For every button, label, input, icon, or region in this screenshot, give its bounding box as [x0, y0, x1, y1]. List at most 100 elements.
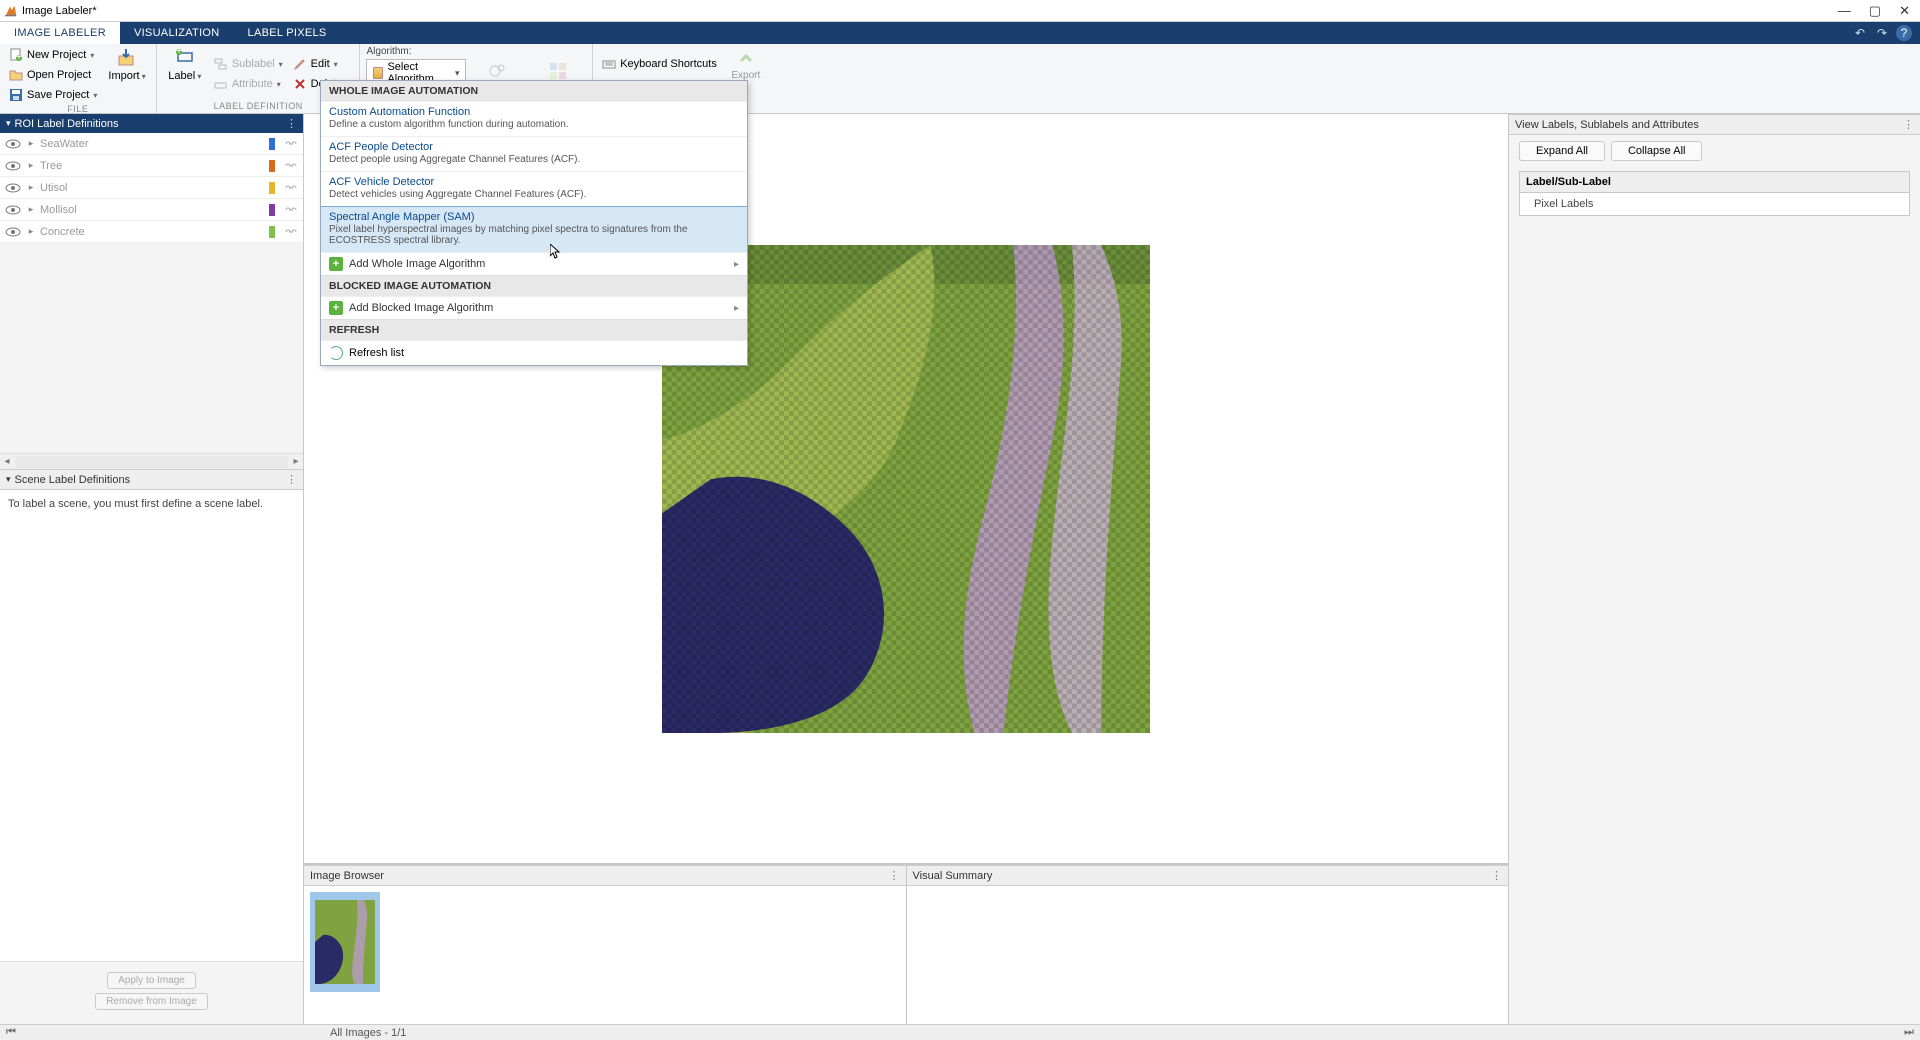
dropdown-group-refresh: REFRESH — [321, 319, 747, 340]
visual-summary-header[interactable]: Visual Summary ⋮ — [907, 865, 1509, 886]
plus-icon: + — [329, 257, 343, 271]
roi-hscroll[interactable]: ◂ ▸ — [0, 453, 303, 469]
maximize-button[interactable]: ▢ — [1869, 3, 1881, 19]
tabstrip: IMAGE LABELER VISUALIZATION LABEL PIXELS… — [0, 22, 1920, 44]
view-labels-header[interactable]: View Labels, Sublabels and Attributes ⋮ — [1509, 114, 1920, 135]
delete-icon — [293, 77, 307, 91]
dashboard-icon — [548, 61, 568, 81]
scene-help-text: To label a scene, you must first define … — [0, 490, 303, 518]
expand-icon[interactable]: ▸ — [25, 138, 37, 149]
remove-from-image-button[interactable]: Remove from Image — [95, 993, 208, 1010]
visibility-icon[interactable] — [4, 137, 22, 151]
export-icon — [736, 48, 756, 68]
roi-label-mollisol[interactable]: ▸ Mollisol — [0, 199, 303, 221]
attribute-button[interactable]: Attribute — [211, 75, 286, 93]
roi-panel-header[interactable]: ▾ ROI Label Definitions ⋮ — [0, 114, 303, 133]
statusbar: ⏮ All Images - 1/1 ⏭ — [0, 1024, 1920, 1040]
help-button[interactable]: ? — [1896, 25, 1912, 41]
link-icon[interactable] — [283, 203, 299, 217]
link-icon[interactable] — [283, 159, 299, 173]
roi-label-list: ▸ SeaWater ▸ Tree ▸ Utisol ▸ — [0, 133, 303, 453]
dropdown-add-whole[interactable]: + Add Whole Image Algorithm ▸ — [321, 252, 747, 275]
panel-menu-icon[interactable]: ⋮ — [1491, 869, 1502, 882]
label-icon: + — [175, 48, 195, 68]
scene-panel-header[interactable]: ▾ Scene Label Definitions ⋮ — [0, 469, 303, 490]
link-icon[interactable] — [283, 137, 299, 151]
sublabel-button[interactable]: Sublabel — [211, 55, 286, 73]
last-image-button[interactable]: ⏭ — [1902, 1026, 1916, 1039]
expand-icon[interactable]: ▸ — [25, 204, 37, 215]
collapse-all-button[interactable]: Collapse All — [1611, 141, 1702, 161]
first-image-button[interactable]: ⏮ — [4, 1026, 18, 1039]
link-icon[interactable] — [283, 181, 299, 195]
visibility-icon[interactable] — [4, 225, 22, 239]
panel-menu-icon[interactable]: ⋮ — [286, 473, 297, 486]
tab-label-pixels[interactable]: LABEL PIXELS — [234, 22, 341, 44]
folder-icon — [373, 67, 383, 79]
expand-all-button[interactable]: Expand All — [1519, 141, 1605, 161]
import-button[interactable]: Import — [104, 46, 149, 104]
keyboard-icon — [602, 57, 616, 71]
roi-label-utisol[interactable]: ▸ Utisol — [0, 177, 303, 199]
automate-icon — [488, 61, 508, 81]
new-project-button[interactable]: + New Project — [6, 46, 100, 64]
plus-icon: + — [329, 301, 343, 315]
dropdown-item-custom[interactable]: Custom Automation Function Define a cust… — [321, 101, 747, 136]
image-browser-panel: Image Browser ⋮ — [304, 865, 907, 1024]
color-swatch — [269, 226, 275, 238]
folder-open-icon — [9, 68, 23, 82]
algorithm-dropdown: WHOLE IMAGE AUTOMATION Custom Automation… — [320, 80, 748, 366]
save-project-button[interactable]: Save Project — [6, 86, 100, 104]
refresh-icon — [329, 346, 343, 360]
dropdown-refresh[interactable]: Refresh list — [321, 340, 747, 365]
dropdown-item-acf-vehicle[interactable]: ACF Vehicle Detector Detect vehicles usi… — [321, 171, 747, 206]
keyboard-shortcuts-button[interactable]: Keyboard Shortcuts — [599, 55, 720, 73]
label-table-row[interactable]: Pixel Labels — [1520, 193, 1909, 215]
chevron-down-icon: ▾ — [455, 68, 460, 79]
image-thumbnail[interactable] — [310, 892, 380, 992]
expand-icon[interactable]: ▸ — [25, 160, 37, 171]
label-table: Label/Sub-Label Pixel Labels — [1519, 171, 1910, 216]
color-swatch — [269, 182, 275, 194]
dropdown-item-acf-people[interactable]: ACF People Detector Detect people using … — [321, 136, 747, 171]
label-button[interactable]: + Label — [163, 46, 207, 101]
visibility-icon[interactable] — [4, 181, 22, 195]
submenu-arrow-icon: ▸ — [734, 303, 739, 314]
right-sidebar: View Labels, Sublabels and Attributes ⋮ … — [1508, 114, 1920, 1024]
panel-menu-icon[interactable]: ⋮ — [1903, 118, 1914, 131]
redo-button[interactable]: ↷ — [1874, 25, 1890, 41]
expand-icon[interactable]: ▸ — [25, 226, 37, 237]
link-icon[interactable] — [283, 225, 299, 239]
image-browser-header[interactable]: Image Browser ⋮ — [304, 865, 906, 886]
label-table-header: Label/Sub-Label — [1520, 172, 1909, 193]
sublabel-icon — [214, 57, 228, 71]
expand-icon[interactable]: ▸ — [25, 182, 37, 193]
minimize-button[interactable]: — — [1838, 3, 1851, 19]
svg-text:+: + — [176, 48, 182, 57]
undo-button[interactable]: ↶ — [1852, 25, 1868, 41]
left-sidebar: ▾ ROI Label Definitions ⋮ ▸ SeaWater ▸ T… — [0, 114, 304, 1024]
roi-label-tree[interactable]: ▸ Tree — [0, 155, 303, 177]
dropdown-item-sam[interactable]: Spectral Angle Mapper (SAM) Pixel label … — [321, 206, 747, 253]
dropdown-group-blocked: BLOCKED IMAGE AUTOMATION — [321, 275, 747, 296]
visibility-icon[interactable] — [4, 159, 22, 173]
roi-label-concrete[interactable]: ▸ Concrete — [0, 221, 303, 243]
scroll-right-icon[interactable]: ▸ — [289, 456, 303, 467]
import-icon — [117, 48, 137, 68]
apply-to-image-button[interactable]: Apply to Image — [107, 972, 196, 989]
window-title: Image Labeler* — [22, 5, 1838, 17]
color-swatch — [269, 138, 275, 150]
open-project-button[interactable]: Open Project — [6, 66, 100, 84]
dropdown-add-blocked[interactable]: + Add Blocked Image Algorithm ▸ — [321, 296, 747, 319]
tab-image-labeler[interactable]: IMAGE LABELER — [0, 22, 120, 44]
panel-menu-icon[interactable]: ⋮ — [286, 117, 297, 130]
scroll-left-icon[interactable]: ◂ — [0, 456, 14, 467]
status-text: All Images - 1/1 — [330, 1027, 406, 1039]
panel-menu-icon[interactable]: ⋮ — [889, 869, 900, 882]
visibility-icon[interactable] — [4, 203, 22, 217]
dropdown-group-whole: WHOLE IMAGE AUTOMATION — [321, 81, 747, 101]
roi-label-seawater[interactable]: ▸ SeaWater — [0, 133, 303, 155]
tab-visualization[interactable]: VISUALIZATION — [120, 22, 234, 44]
close-button[interactable]: ✕ — [1899, 3, 1910, 19]
edit-button[interactable]: Edit — [290, 55, 354, 73]
